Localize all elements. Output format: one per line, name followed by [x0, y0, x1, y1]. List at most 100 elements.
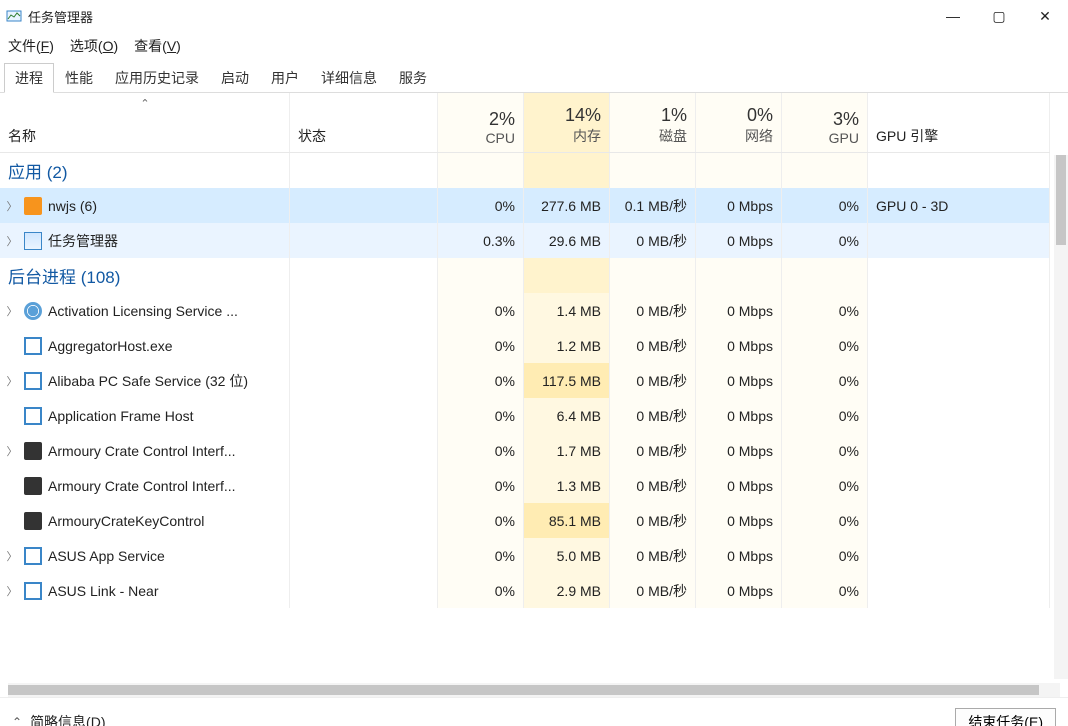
gpu-value: 0%	[782, 573, 868, 608]
process-name: ASUS Link - Near	[48, 583, 158, 599]
tab-5[interactable]: 详细信息	[310, 63, 388, 93]
disk-value: 0 MB/秒	[610, 468, 696, 503]
network-value: 0 Mbps	[696, 503, 782, 538]
disk-value: 0 MB/秒	[610, 573, 696, 608]
process-icon	[24, 442, 42, 460]
disk-value: 0 MB/秒	[610, 293, 696, 328]
memory-value: 1.4 MB	[524, 293, 610, 328]
network-value: 0 Mbps	[696, 573, 782, 608]
process-table: ⌃ 名称 状态 2%CPU 14%内存 1%磁盘 0%网络 3%GPU GPU …	[0, 93, 1068, 679]
column-headers: ⌃ 名称 状态 2%CPU 14%内存 1%磁盘 0%网络 3%GPU GPU …	[0, 93, 1050, 153]
gpu-engine-value	[868, 363, 1050, 398]
gpu-engine-value: GPU 0 - 3D	[868, 188, 1050, 223]
network-value: 0 Mbps	[696, 188, 782, 223]
gpu-value: 0%	[782, 223, 868, 258]
cpu-value: 0%	[438, 468, 524, 503]
minimize-button[interactable]: —	[930, 0, 976, 32]
process-row[interactable]: 〉ASUS Link - Near0%2.9 MB0 MB/秒0 Mbps0%	[0, 573, 1050, 608]
tab-4[interactable]: 用户	[260, 63, 310, 93]
cpu-value: 0%	[438, 433, 524, 468]
gpu-value: 0%	[782, 468, 868, 503]
process-row[interactable]: 〉nwjs (6)0%277.6 MB0.1 MB/秒0 Mbps0%GPU 0…	[0, 188, 1050, 223]
gpu-value: 0%	[782, 188, 868, 223]
process-name: Activation Licensing Service ...	[48, 303, 238, 319]
process-icon	[24, 232, 42, 250]
column-cpu[interactable]: 2%CPU	[438, 93, 524, 152]
process-row[interactable]: Application Frame Host0%6.4 MB0 MB/秒0 Mb…	[0, 398, 1050, 433]
process-row[interactable]: 〉Alibaba PC Safe Service (32 位)0%117.5 M…	[0, 363, 1050, 398]
tab-1[interactable]: 性能	[54, 63, 104, 93]
memory-value: 6.4 MB	[524, 398, 610, 433]
network-value: 0 Mbps	[696, 468, 782, 503]
memory-value: 1.7 MB	[524, 433, 610, 468]
cpu-value: 0%	[438, 398, 524, 433]
gpu-engine-value	[868, 398, 1050, 433]
tab-0[interactable]: 进程	[4, 63, 54, 93]
memory-value: 1.3 MB	[524, 468, 610, 503]
memory-value: 5.0 MB	[524, 538, 610, 573]
expand-chevron-icon[interactable]: 〉	[6, 373, 18, 389]
expand-chevron-icon[interactable]: 〉	[6, 583, 18, 599]
disk-value: 0 MB/秒	[610, 363, 696, 398]
column-gpu[interactable]: 3%GPU	[782, 93, 868, 152]
process-row[interactable]: 〉 Activation Licensing Service ... 0% 1.4 M…	[0, 293, 1050, 328]
memory-value: 29.6 MB	[524, 223, 610, 258]
menu-view[interactable]: 查看(V)	[134, 36, 181, 56]
memory-value: 85.1 MB	[524, 503, 610, 538]
disk-value: 0 MB/秒	[610, 223, 696, 258]
end-task-button[interactable]: 结束任务(E)	[955, 708, 1056, 726]
footer-bar: ⌃ 简略信息(D) 结束任务(E)	[0, 697, 1068, 726]
gpu-value: 0%	[782, 293, 868, 328]
network-value: 0 Mbps	[696, 328, 782, 363]
sort-indicator-icon: ⌃	[0, 97, 290, 110]
expand-chevron-icon[interactable]: 〉	[6, 443, 18, 459]
cpu-value: 0%	[438, 503, 524, 538]
process-name: AggregatorHost.exe	[48, 338, 173, 354]
column-network[interactable]: 0%网络	[696, 93, 782, 152]
process-name: Armoury Crate Control Interf...	[48, 478, 236, 494]
process-icon	[24, 407, 42, 425]
expand-chevron-icon[interactable]: 〉	[6, 303, 18, 319]
process-row[interactable]: Armoury Crate Control Interf...0%1.3 MB0…	[0, 468, 1050, 503]
process-row[interactable]: 〉ASUS App Service0%5.0 MB0 MB/秒0 Mbps0%	[0, 538, 1050, 573]
process-row[interactable]: ArmouryCrateKeyControl0%85.1 MB0 MB/秒0 M…	[0, 503, 1050, 538]
group-header: 后台进程 (108)	[0, 258, 1050, 293]
process-icon	[24, 512, 42, 530]
gpu-value: 0%	[782, 433, 868, 468]
expand-chevron-icon[interactable]: 〉	[6, 548, 18, 564]
disk-value: 0 MB/秒	[610, 503, 696, 538]
menu-file[interactable]: 文件(F)	[8, 36, 54, 56]
process-row[interactable]: 〉任务管理器0.3%29.6 MB0 MB/秒0 Mbps0%	[0, 223, 1050, 258]
vertical-scrollbar[interactable]	[1054, 155, 1068, 679]
column-memory[interactable]: 14%内存	[524, 93, 610, 152]
gpu-engine-value	[868, 503, 1050, 538]
gpu-engine-value	[868, 468, 1050, 503]
column-name[interactable]: ⌃ 名称	[0, 93, 290, 152]
gpu-value: 0%	[782, 503, 868, 538]
fewer-details-toggle[interactable]: ⌃ 简略信息(D)	[12, 712, 106, 726]
gpu-engine-value	[868, 433, 1050, 468]
menu-options[interactable]: 选项(O)	[70, 36, 118, 56]
column-gpu-engine[interactable]: GPU 引擎	[868, 93, 1050, 152]
fewer-details-label: 简略信息(D)	[30, 712, 105, 726]
process-row[interactable]: AggregatorHost.exe0%1.2 MB0 MB/秒0 Mbps0%	[0, 328, 1050, 363]
gpu-engine-value	[868, 538, 1050, 573]
expand-chevron-icon[interactable]: 〉	[6, 233, 18, 249]
column-disk[interactable]: 1%磁盘	[610, 93, 696, 152]
disk-value: 0 MB/秒	[610, 328, 696, 363]
process-row[interactable]: 〉Armoury Crate Control Interf...0%1.7 MB…	[0, 433, 1050, 468]
tab-3[interactable]: 启动	[210, 63, 260, 93]
process-name: Armoury Crate Control Interf...	[48, 443, 236, 459]
tab-2[interactable]: 应用历史记录	[104, 63, 210, 93]
process-icon	[24, 197, 42, 215]
network-value: 0 Mbps	[696, 293, 782, 328]
tab-6[interactable]: 服务	[388, 63, 438, 93]
maximize-button[interactable]: ▢	[976, 0, 1022, 32]
horizontal-scrollbar[interactable]	[8, 683, 1060, 697]
expand-chevron-icon[interactable]: 〉	[6, 198, 18, 214]
network-value: 0 Mbps	[696, 363, 782, 398]
cpu-value: 0.3%	[438, 223, 524, 258]
process-name: nwjs (6)	[48, 198, 97, 214]
column-status[interactable]: 状态	[290, 93, 438, 152]
close-button[interactable]: ✕	[1022, 0, 1068, 32]
